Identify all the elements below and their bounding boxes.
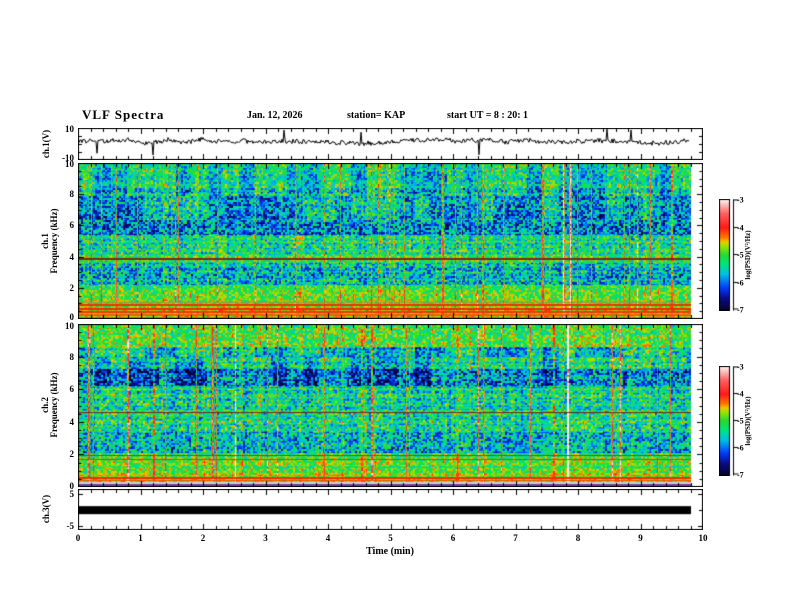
spec1-y-tick-label: 10 <box>65 159 74 169</box>
spec2-y-tick-label: 4 <box>69 416 75 427</box>
x-tick-label: 10 <box>698 533 708 543</box>
spec1-y-tick-label: 6 <box>69 220 75 231</box>
colorbar-1-tick-label: -7 <box>737 305 744 315</box>
colorbar-1-tick-label: -5 <box>737 250 744 260</box>
x-axis-title: Time (min) <box>366 546 414 557</box>
figure-title: VLF Spectra <box>82 107 165 122</box>
spec2-y-tick-label: 10 <box>65 321 74 331</box>
x-tick-label: 2 <box>200 533 206 543</box>
x-tick-label: 6 <box>450 533 456 543</box>
colorbar-2-tick-label: -4 <box>737 389 744 399</box>
x-tick-label: 7 <box>513 533 518 543</box>
spec2-y-tick-label: 6 <box>69 384 75 395</box>
ch3-y-tick-label: -5 <box>66 521 75 531</box>
ch3-axis-label: ch.3(V) <box>41 494 51 524</box>
ch2-spectrogram-canvas <box>78 324 703 487</box>
colorbar-1-tick-label: -3 <box>737 195 744 205</box>
colorbar-2-label: log(PSD)(V²/Hz) <box>744 396 752 446</box>
colorbar-2-tick-label: -6 <box>737 443 744 453</box>
ch2-freq-axis-label: ch.2 Frequency (kHz) <box>40 372 59 438</box>
start-ut-label: start UT = 8 : 20: 1 <box>447 110 529 121</box>
x-tick-label: 9 <box>638 533 643 543</box>
ch1-y-tick-label: 10 <box>65 124 74 134</box>
colorbar-1-tick-label: -6 <box>737 278 744 287</box>
spec1-y-tick-label: 2 <box>69 282 75 293</box>
colorbar-2-tick-label: -5 <box>737 416 744 426</box>
ch3-y-tick-label: 5 <box>69 489 75 499</box>
spec2-y-tick-label: 8 <box>69 351 75 362</box>
ch1-freq-axis-label-line2: Frequency (kHz) <box>49 208 59 274</box>
colorbar-2-tick-label: -7 <box>737 470 744 480</box>
spec1-y-tick-label: 4 <box>69 251 75 262</box>
date-label: Jan. 12, 2026 <box>247 110 303 121</box>
spec2-y-tick-label: 2 <box>69 449 75 460</box>
x-tick-label: 1 <box>138 533 143 543</box>
ch3-waveform-canvas <box>78 489 703 530</box>
vlf-spectra-figure: VLF Spectra Jan. 12, 2026 station= KAP s… <box>0 0 792 612</box>
ch1-spectrogram-canvas <box>78 163 703 319</box>
colorbar-1-label: log(PSD)(V²/Hz) <box>744 230 752 280</box>
spec1-y-tick-label: 8 <box>69 189 75 200</box>
ch1-freq-axis-label: ch.1 Frequency (kHz) <box>40 208 59 274</box>
colorbar-2-tick-label: -3 <box>737 362 744 372</box>
x-tick-label: 8 <box>575 533 581 543</box>
spec1-y-tick-label: 0 <box>69 312 75 322</box>
colorbar-1-tick-label: -4 <box>737 223 744 232</box>
x-tick-label: 5 <box>388 533 393 543</box>
ch2-freq-axis-label-line2: Frequency (kHz) <box>49 372 59 438</box>
x-tick-label: 4 <box>325 533 331 543</box>
x-tick-label: 0 <box>75 533 81 543</box>
station-label: station= KAP <box>347 110 406 121</box>
x-tick-label: 3 <box>263 533 268 543</box>
ch1-waveform-canvas <box>78 128 703 160</box>
